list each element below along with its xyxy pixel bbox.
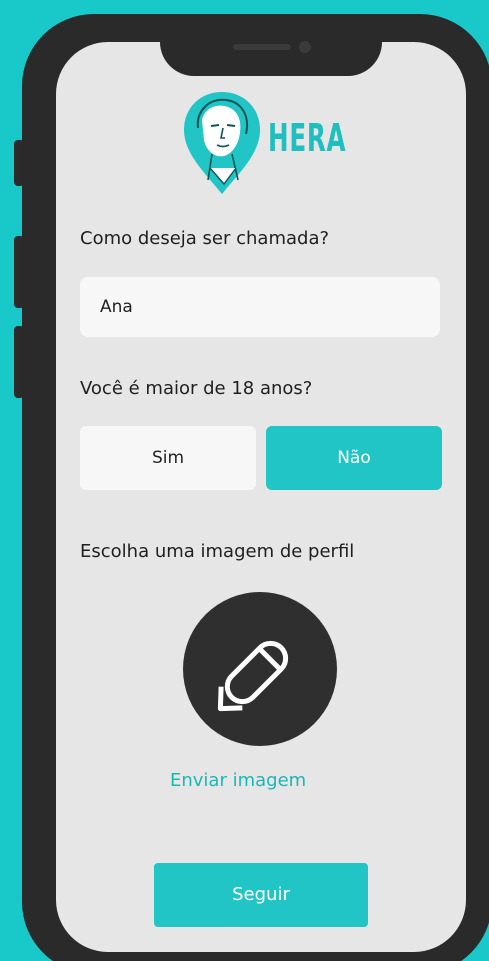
phone-camera [299, 41, 311, 53]
avatar-picker[interactable] [183, 592, 337, 746]
logo-portrait-icon [184, 92, 260, 194]
age-yes-button[interactable]: Sim [80, 426, 256, 490]
upload-image-link[interactable]: Enviar imagem [170, 770, 306, 791]
logo-wordmark: HERA [268, 116, 347, 160]
name-question-label: Como deseja ser chamada? [80, 228, 330, 249]
background: HERA Como deseja ser chamada? Ana Você é… [0, 0, 489, 961]
age-no-button[interactable]: Não [266, 426, 442, 490]
continue-button[interactable]: Seguir [154, 863, 368, 927]
avatar-prompt-label: Escolha uma imagem de perfil [80, 541, 355, 562]
name-input[interactable]: Ana [80, 277, 440, 337]
age-question-label: Você é maior de 18 anos? [80, 378, 313, 399]
pencil-icon [217, 640, 289, 712]
phone-speaker [233, 44, 291, 50]
app-logo: HERA [180, 88, 350, 198]
